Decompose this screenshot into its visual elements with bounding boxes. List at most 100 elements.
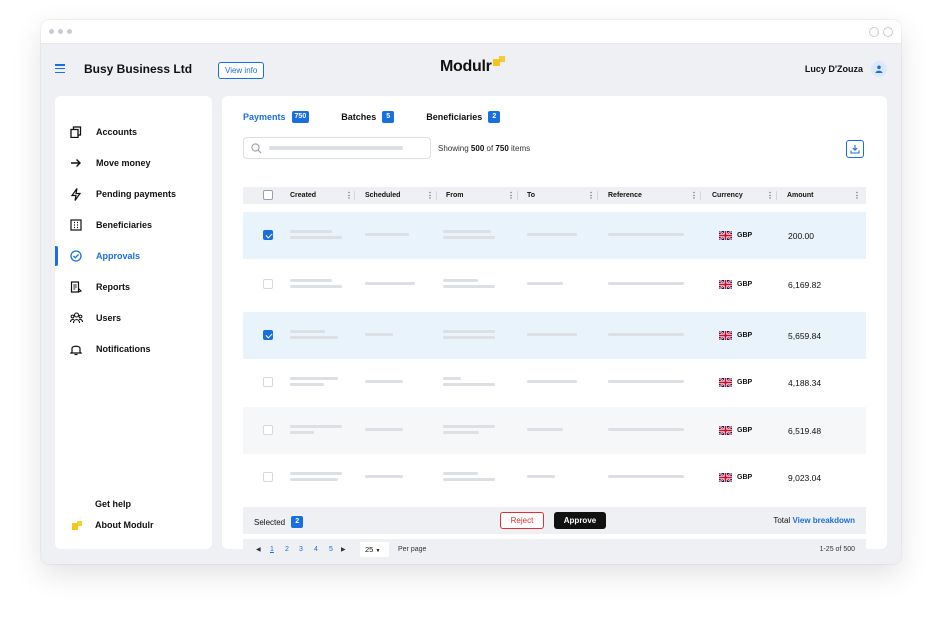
approve-button[interactable]: Approve (554, 512, 606, 529)
get-help-link[interactable]: Get help (95, 499, 131, 509)
placeholder-text-bar (443, 478, 495, 481)
currency-code: GBP (737, 474, 753, 481)
table-row[interactable]: GBP 200.00 (243, 212, 866, 259)
placeholder-text-bar (290, 285, 342, 288)
lightning-icon (69, 187, 83, 201)
table-row[interactable]: GBP 9,023.04 (243, 454, 866, 501)
column-header-reference[interactable]: Reference (608, 187, 642, 204)
row-checkbox[interactable] (263, 330, 273, 340)
select-all-checkbox[interactable] (263, 190, 273, 200)
column-menu-icon[interactable]: ⋮ (690, 187, 698, 204)
page-link[interactable]: 1 (270, 546, 274, 553)
building-icon (69, 218, 83, 232)
window-control[interactable] (883, 26, 893, 37)
row-checkbox[interactable] (263, 425, 273, 435)
selection-footer: Selected 2 Reject Approve Total View bre… (243, 507, 866, 534)
count-badge: 2 (291, 516, 304, 528)
placeholder-text-bar (608, 333, 684, 336)
window-dot (58, 29, 63, 34)
showing-count: Showing 500 of 750 items (438, 144, 530, 153)
placeholder-text-bar (608, 428, 684, 431)
placeholder-text-bar (290, 472, 342, 475)
page-link[interactable]: 5 (329, 546, 333, 553)
row-checkbox[interactable] (263, 472, 273, 482)
search-placeholder-bar (269, 146, 403, 150)
title-bar (41, 20, 901, 44)
placeholder-text-bar (527, 380, 577, 383)
per-page-select[interactable]: 25 ▼ (360, 542, 389, 557)
count-badge: 5 (382, 111, 395, 123)
column-header-created[interactable]: Created (290, 187, 316, 204)
placeholder-text-bar (608, 380, 684, 383)
column-menu-icon[interactable]: ⋮ (766, 187, 774, 204)
placeholder-text-bar (443, 330, 495, 333)
page-link[interactable]: 2 (285, 546, 289, 553)
sidebar-item-notifications[interactable]: Notifications (55, 339, 212, 359)
column-header-amount[interactable]: Amount (787, 187, 813, 204)
sidebar-item-approvals[interactable]: Approvals (55, 246, 212, 266)
tab-batches[interactable]: Batches 5 (341, 111, 395, 123)
placeholder-text-bar (443, 431, 479, 434)
table-row[interactable]: GBP 5,659.84 (243, 312, 866, 359)
page-link[interactable]: 3 (299, 546, 303, 553)
row-checkbox[interactable] (263, 377, 273, 387)
tab-label: Batches (341, 112, 377, 122)
placeholder-text-bar (290, 330, 325, 333)
row-checkbox[interactable] (263, 230, 273, 240)
column-header-to[interactable]: To (527, 187, 535, 204)
menu-icon[interactable] (55, 64, 65, 73)
amount-value: 5,659.84 (788, 331, 822, 341)
row-checkbox[interactable] (263, 279, 273, 289)
column-header-from[interactable]: From (446, 187, 464, 204)
reject-button[interactable]: Reject (500, 512, 544, 529)
search-input[interactable] (243, 137, 431, 159)
placeholder-text-bar (443, 279, 478, 282)
sidebar-item-users[interactable]: Users (55, 308, 212, 328)
sidebar-item-label: Pending payments (96, 189, 177, 199)
placeholder-text-bar (443, 377, 461, 380)
bell-icon (69, 342, 83, 356)
column-header-scheduled[interactable]: Scheduled (365, 187, 400, 204)
user-avatar-icon[interactable] (871, 61, 887, 77)
placeholder-text-bar (443, 285, 495, 288)
page-link[interactable]: 4 (314, 546, 318, 553)
amount-value: 6,169.82 (788, 280, 822, 290)
sidebar-item-beneficiaries[interactable]: Beneficiaries (55, 215, 212, 235)
window-dot (67, 29, 72, 34)
column-menu-icon[interactable]: ⋮ (587, 187, 595, 204)
tab-payments[interactable]: Payments 750 (243, 111, 310, 123)
sidebar-item-label: Beneficiaries (96, 220, 153, 230)
placeholder-text-bar (290, 336, 338, 339)
view-info-button[interactable]: View info (218, 62, 265, 79)
column-menu-icon[interactable]: ⋮ (853, 187, 861, 204)
column-menu-icon[interactable]: ⋮ (426, 187, 434, 204)
placeholder-text-bar (443, 383, 495, 386)
sidebar-item-reports[interactable]: Reports (55, 277, 212, 297)
previous-page-icon[interactable]: ◀ (256, 546, 261, 553)
tab-beneficiaries[interactable]: Beneficiaries 2 (426, 111, 501, 123)
sidebar: Accounts Move money Pending payments Ben… (55, 96, 212, 549)
sidebar-item-move-money[interactable]: Move money (55, 153, 212, 173)
table-row[interactable]: GBP 6,519.48 (243, 407, 866, 454)
amount-value: 4,188.34 (788, 378, 822, 388)
user-name[interactable]: Lucy D'Zouza (805, 64, 863, 74)
view-breakdown-link[interactable]: View breakdown (792, 516, 855, 525)
sidebar-item-accounts[interactable]: Accounts (55, 122, 212, 142)
currency-code: GBP (737, 232, 753, 239)
column-menu-icon[interactable]: ⋮ (345, 187, 353, 204)
placeholder-text-bar (527, 233, 577, 236)
table-row[interactable]: GBP 6,169.82 (243, 261, 866, 308)
next-page-icon[interactable]: ▶ (341, 546, 346, 553)
placeholder-text-bar (290, 425, 342, 428)
column-menu-icon[interactable]: ⋮ (507, 187, 515, 204)
uk-flag-icon (719, 280, 732, 289)
amount-value: 200.00 (788, 231, 814, 241)
column-header-currency[interactable]: Currency (712, 187, 743, 204)
download-button[interactable] (846, 140, 864, 158)
window-control[interactable] (869, 26, 879, 37)
showing-total-value: 750 (495, 144, 509, 153)
currency-code: GBP (737, 427, 753, 434)
table-row[interactable]: GBP 4,188.34 (243, 359, 866, 406)
about-modulr-link[interactable]: About Modulr (95, 520, 153, 530)
sidebar-item-pending-payments[interactable]: Pending payments (55, 184, 212, 204)
